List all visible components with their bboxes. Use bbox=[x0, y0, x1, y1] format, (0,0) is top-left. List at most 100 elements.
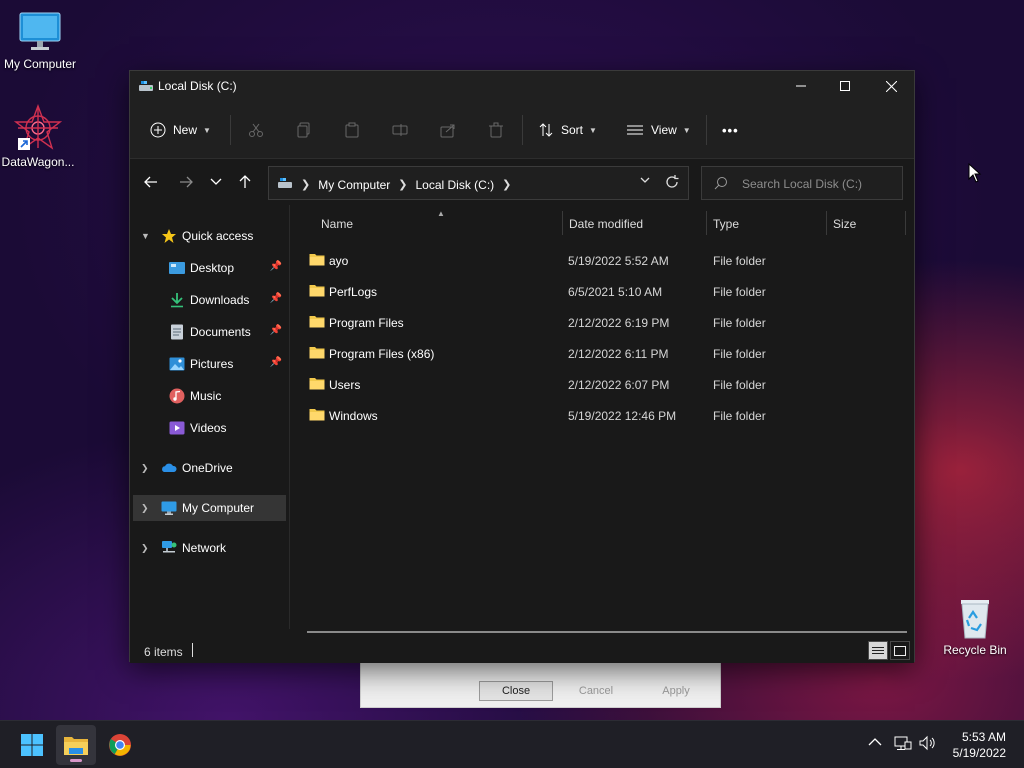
taskbar-file-explorer[interactable] bbox=[56, 725, 96, 765]
new-button[interactable]: New ▼ bbox=[150, 119, 211, 141]
clock-date: 5/19/2022 bbox=[952, 746, 1006, 760]
network-icon bbox=[161, 540, 177, 556]
pin-icon[interactable]: 📌 bbox=[270, 325, 282, 336]
cancel-button[interactable]: Cancel bbox=[559, 681, 633, 701]
pin-icon[interactable]: 📌 bbox=[270, 261, 282, 272]
desktop-icon-datawagon[interactable]: DataWagon... bbox=[0, 104, 78, 169]
folder-icon bbox=[309, 315, 325, 331]
breadcrumb-local-disk[interactable]: Local Disk (C:) bbox=[415, 178, 494, 192]
chevron-right-icon[interactable]: ❯ bbox=[141, 463, 153, 474]
nav-quick-access[interactable]: ▼ Quick access bbox=[133, 223, 286, 249]
network-tray-icon[interactable] bbox=[894, 735, 912, 754]
delete-button[interactable] bbox=[488, 119, 504, 141]
chevron-right-icon[interactable]: ❯ bbox=[141, 503, 153, 514]
file-name: Program Files bbox=[329, 316, 404, 330]
sort-button[interactable]: Sort ▼ bbox=[538, 119, 597, 141]
file-type: File folder bbox=[713, 254, 766, 268]
nav-item-downloads[interactable]: Downloads 📌 bbox=[133, 287, 286, 313]
nav-item-pictures[interactable]: Pictures 📌 bbox=[133, 351, 286, 377]
start-button[interactable] bbox=[12, 725, 52, 765]
table-row[interactable]: Users 2/12/2022 6:07 PM File folder bbox=[307, 371, 907, 397]
copy-button[interactable] bbox=[296, 119, 312, 141]
pin-icon[interactable]: 📌 bbox=[270, 357, 282, 368]
nav-item-documents[interactable]: Documents 📌 bbox=[133, 319, 286, 345]
close-button[interactable]: Close bbox=[479, 681, 553, 701]
address-bar[interactable]: ❯ My Computer ❯ Local Disk (C:) ❯ bbox=[268, 166, 689, 200]
table-row[interactable]: PerfLogs 6/5/2021 5:10 AM File folder bbox=[307, 278, 907, 304]
table-row[interactable]: Program Files 2/12/2022 6:19 PM File folde… bbox=[307, 309, 907, 335]
column-header-name[interactable]: Name bbox=[321, 205, 353, 243]
apply-button[interactable]: Apply bbox=[639, 681, 713, 701]
table-row[interactable]: Program Files (x86) 2/12/2022 6:11 PM File… bbox=[307, 340, 907, 366]
more-options-button[interactable]: ••• bbox=[722, 119, 739, 141]
large-icons-view-icon bbox=[894, 645, 906, 656]
view-button[interactable]: View ▼ bbox=[626, 119, 691, 141]
breadcrumb-my-computer[interactable]: My Computer bbox=[318, 178, 390, 192]
paste-button[interactable] bbox=[344, 119, 360, 141]
rename-button[interactable] bbox=[392, 119, 408, 141]
column-header-type[interactable]: Type bbox=[713, 205, 739, 243]
nav-network[interactable]: ❯ Network bbox=[133, 535, 286, 561]
column-divider[interactable] bbox=[562, 211, 563, 235]
address-dropdown-icon[interactable] bbox=[640, 176, 650, 187]
nav-label: Pictures bbox=[190, 357, 234, 371]
file-date-modified: 6/5/2021 5:10 AM bbox=[568, 285, 663, 299]
scissors-icon bbox=[249, 123, 263, 137]
large-icons-view-button[interactable] bbox=[890, 641, 910, 660]
picture-icon bbox=[169, 356, 185, 372]
recent-locations-button[interactable] bbox=[204, 171, 228, 193]
title-bar[interactable]: Local Disk (C:) bbox=[130, 71, 914, 101]
details-view-button[interactable] bbox=[868, 641, 888, 660]
clock[interactable]: 5:53 AM 5/19/2022 bbox=[953, 729, 1006, 761]
file-date-modified: 5/19/2022 5:52 AM bbox=[568, 254, 669, 268]
column-divider[interactable] bbox=[706, 211, 707, 235]
table-row[interactable]: Windows 5/19/2022 12:46 PM File folder bbox=[307, 402, 907, 428]
column-divider[interactable] bbox=[905, 211, 906, 235]
forward-button[interactable] bbox=[174, 171, 198, 193]
horizontal-scrollbar[interactable] bbox=[307, 631, 907, 633]
minimize-button[interactable] bbox=[778, 71, 824, 101]
table-row[interactable]: ayo 5/19/2022 5:52 AM File folder bbox=[307, 247, 907, 273]
column-header-date[interactable]: Date modified bbox=[569, 205, 643, 243]
nav-onedrive[interactable]: ❯ OneDrive bbox=[133, 455, 286, 481]
item-count: 6 items bbox=[144, 645, 183, 659]
nav-item-desktop[interactable]: Desktop 📌 bbox=[133, 255, 286, 281]
chevron-down-icon: ▼ bbox=[682, 125, 691, 135]
clipboard-icon bbox=[345, 122, 359, 138]
chevron-down-icon: ▼ bbox=[589, 125, 597, 135]
close-window-button[interactable] bbox=[868, 71, 914, 101]
arrow-up-icon bbox=[239, 175, 251, 188]
file-name: Users bbox=[329, 378, 361, 392]
copy-icon bbox=[297, 122, 310, 138]
active-indicator bbox=[70, 759, 82, 762]
maximize-button[interactable] bbox=[822, 71, 868, 101]
taskbar-chrome[interactable] bbox=[100, 725, 140, 765]
desktop-icon-my-computer[interactable]: My Computer bbox=[0, 10, 80, 71]
cloud-icon bbox=[161, 460, 177, 476]
folder-icon bbox=[309, 408, 325, 424]
desktop-icon-recycle-bin[interactable]: Recycle Bin bbox=[935, 596, 1015, 657]
nav-item-music[interactable]: Music bbox=[133, 383, 286, 409]
chevron-right-icon[interactable]: ❯ bbox=[141, 543, 153, 554]
column-divider[interactable] bbox=[826, 211, 827, 235]
nav-my-computer[interactable]: ❯ My Computer bbox=[133, 495, 286, 521]
share-button[interactable] bbox=[440, 119, 456, 141]
back-button[interactable] bbox=[139, 171, 163, 193]
chevron-right-icon[interactable]: ❯ bbox=[502, 178, 511, 191]
chevron-down-icon[interactable]: ▼ bbox=[141, 231, 153, 241]
cut-button[interactable] bbox=[248, 119, 264, 141]
pin-icon[interactable]: 📌 bbox=[270, 293, 282, 304]
chevron-right-icon[interactable]: ❯ bbox=[398, 178, 407, 191]
volume-icon[interactable] bbox=[919, 735, 937, 754]
nav-item-videos[interactable]: Videos bbox=[133, 415, 286, 441]
show-hidden-icons-chevron-icon[interactable] bbox=[868, 735, 882, 750]
file-date-modified: 2/12/2022 6:19 PM bbox=[568, 316, 670, 330]
folder-icon bbox=[309, 377, 325, 393]
monitor-icon bbox=[161, 500, 177, 516]
datawagon-logo-icon bbox=[13, 104, 63, 152]
up-button[interactable] bbox=[233, 171, 257, 193]
search-box[interactable]: Search Local Disk (C:) bbox=[701, 166, 903, 200]
file-list: ▲ Name Date modified Type Size ayo 5/19/2… bbox=[291, 205, 914, 633]
refresh-icon[interactable] bbox=[665, 175, 679, 192]
column-header-size[interactable]: Size bbox=[833, 205, 856, 243]
